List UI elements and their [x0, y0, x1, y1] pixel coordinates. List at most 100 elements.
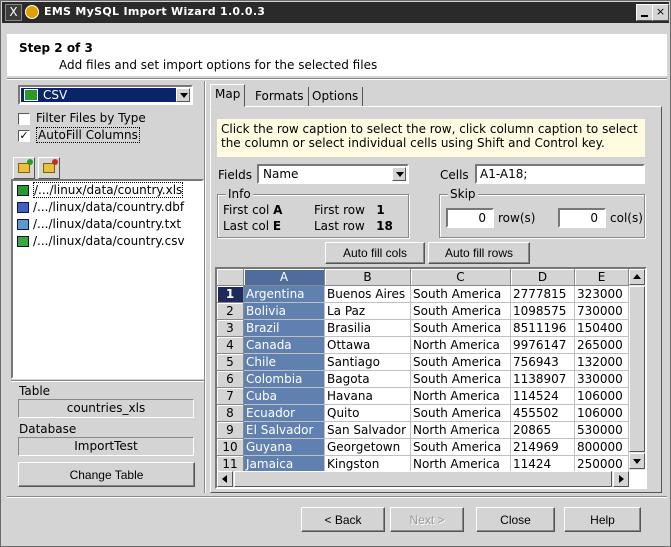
grid-cell[interactable]: Canada [244, 337, 325, 354]
data-grid[interactable]: A B C D E 1 Argentina Buenos Aires South Am… [215, 267, 647, 489]
table-row[interactable]: 10 Guyana Georgetown South America 214969 800… [217, 439, 629, 456]
grid-cell[interactable]: 530000 [575, 422, 629, 439]
row-header[interactable]: 6 [217, 371, 244, 388]
grid-corner[interactable] [217, 269, 244, 286]
close-button[interactable]: Close [476, 507, 555, 532]
grid-cell[interactable]: South America [411, 303, 511, 320]
grid-cell[interactable]: Chile [244, 354, 325, 371]
row-header[interactable]: 7 [217, 388, 244, 405]
minimize-button[interactable] [636, 4, 653, 21]
grid-cell[interactable]: Santiago [325, 354, 411, 371]
row-header[interactable]: 8 [217, 405, 244, 422]
remove-file-button[interactable] [38, 157, 60, 179]
checkbox-checked-icon[interactable]: ✓ [18, 130, 30, 142]
horizontal-scrollbar[interactable] [217, 471, 629, 487]
close-window-button[interactable]: × [652, 4, 669, 21]
column-header-b[interactable]: B [325, 269, 411, 286]
change-table-button[interactable]: Change Table [18, 462, 195, 487]
chevron-down-icon[interactable] [176, 88, 190, 102]
grid-cell[interactable]: 132000 [575, 354, 629, 371]
grid-cell[interactable]: 800000 [575, 439, 629, 456]
scroll-down-icon[interactable] [629, 453, 645, 469]
list-item[interactable]: /.../linux/data/country.xls [15, 182, 184, 199]
row-header[interactable]: 1 [217, 286, 244, 303]
grid-cell[interactable]: Brasilia [325, 320, 411, 337]
table-row[interactable]: 6 Colombia Bagota South America 1138907 33000… [217, 371, 629, 388]
list-item[interactable]: /.../linux/data/country.csv [15, 233, 185, 250]
chevron-down-icon[interactable] [392, 167, 406, 181]
grid-cell[interactable]: Brazil [244, 320, 325, 337]
grid-cell[interactable]: North America [411, 337, 511, 354]
grid-cell[interactable]: South America [411, 405, 511, 422]
list-item[interactable]: /.../linux/data/country.txt [15, 216, 181, 233]
row-header[interactable]: 10 [217, 439, 244, 456]
grid-cell[interactable]: Ecuador [244, 405, 325, 422]
row-header[interactable]: 2 [217, 303, 244, 320]
grid-cell[interactable]: Colombia [244, 371, 325, 388]
skip-cols-input[interactable]: 0 [558, 208, 606, 228]
next-button[interactable]: Next > [390, 507, 464, 532]
fields-select[interactable]: Name [257, 164, 409, 184]
column-header-e[interactable]: E [575, 269, 629, 286]
grid-cell[interactable]: 9976147 [511, 337, 575, 354]
grid-cell[interactable]: 756943 [511, 354, 575, 371]
auto-fill-rows-button[interactable]: Auto fill rows [428, 242, 530, 264]
row-header[interactable]: 9 [217, 422, 244, 439]
table-row[interactable]: 3 Brazil Brasilia South America 8511196 15040… [217, 320, 629, 337]
grid-cell[interactable]: Quito [325, 405, 411, 422]
tab-formats[interactable]: Formats [251, 87, 309, 107]
grid-cell[interactable]: 323000 [575, 286, 629, 303]
grid-cell[interactable]: Ottawa [325, 337, 411, 354]
table-row[interactable]: 2 Bolivia La Paz South America 1098575 730000 [217, 303, 629, 320]
scroll-left-icon[interactable] [217, 471, 233, 487]
grid-cell[interactable]: San Salvador [325, 422, 411, 439]
autofill-columns-checkbox[interactable]: ✓ AutoFill Columns [18, 127, 140, 144]
grid-cell[interactable]: Havana [325, 388, 411, 405]
grid-cell[interactable]: Georgetown [325, 439, 411, 456]
grid-cell[interactable]: South America [411, 354, 511, 371]
column-header-c[interactable]: C [411, 269, 511, 286]
table-row[interactable]: 1 Argentina Buenos Aires South America 27778… [217, 286, 629, 303]
grid-cell[interactable]: 330000 [575, 371, 629, 388]
grid-cell[interactable]: 455502 [511, 405, 575, 422]
grid-cell[interactable]: 2777815 [511, 286, 575, 303]
list-item[interactable]: /.../linux/data/country.dbf [15, 199, 184, 216]
grid-cell[interactable]: Cuba [244, 388, 325, 405]
grid-cell[interactable]: North America [411, 388, 511, 405]
grid-cell[interactable]: 114524 [511, 388, 575, 405]
table-row[interactable]: 8 Ecuador Quito South America 455502 106000 [217, 405, 629, 422]
row-header[interactable]: 4 [217, 337, 244, 354]
checkbox-unchecked-icon[interactable] [18, 113, 30, 125]
title-bar[interactable]: X EMS MySQL Import Wizard 1.0.0.3 × [2, 2, 669, 23]
grid-cell[interactable]: 20865 [511, 422, 575, 439]
skip-rows-input[interactable]: 0 [446, 208, 494, 228]
auto-fill-cols-button[interactable]: Auto fill cols [325, 242, 425, 264]
vertical-scroll-thumb[interactable] [629, 286, 645, 452]
grid-cell[interactable]: 214969 [511, 439, 575, 456]
file-list[interactable]: /.../linux/data/country.xls /.../linux/d… [11, 179, 204, 379]
grid-cell[interactable]: 106000 [575, 405, 629, 422]
grid-cell[interactable]: South America [411, 320, 511, 337]
grid-cell[interactable]: 1098575 [511, 303, 575, 320]
grid-cell[interactable]: El Salvador [244, 422, 325, 439]
row-header[interactable]: 3 [217, 320, 244, 337]
filter-files-checkbox[interactable]: Filter Files by Type [18, 112, 146, 127]
grid-cell[interactable]: North America [411, 422, 511, 439]
grid-cell[interactable]: South America [411, 286, 511, 303]
grid-cell[interactable]: Guyana [244, 439, 325, 456]
grid-cell[interactable]: 1138907 [511, 371, 575, 388]
grid-cell[interactable]: South America [411, 371, 511, 388]
table-row[interactable]: 9 El Salvador San Salvador North America 208… [217, 422, 629, 439]
table-row[interactable]: 4 Canada Ottawa North America 9976147 265000 [217, 337, 629, 354]
grid-cell[interactable]: 730000 [575, 303, 629, 320]
grid-cell[interactable]: Buenos Aires [325, 286, 411, 303]
back-button[interactable]: < Back [301, 507, 385, 532]
horizontal-scroll-thumb[interactable] [234, 471, 612, 487]
column-header-a[interactable]: A [244, 269, 325, 286]
vertical-scrollbar[interactable] [629, 269, 645, 470]
column-header-d[interactable]: D [511, 269, 575, 286]
grid-cell[interactable]: 150400 [575, 320, 629, 337]
grid-cell[interactable]: South America [411, 439, 511, 456]
tab-map[interactable]: Map [210, 84, 246, 107]
grid-cell[interactable]: Bagota [325, 371, 411, 388]
